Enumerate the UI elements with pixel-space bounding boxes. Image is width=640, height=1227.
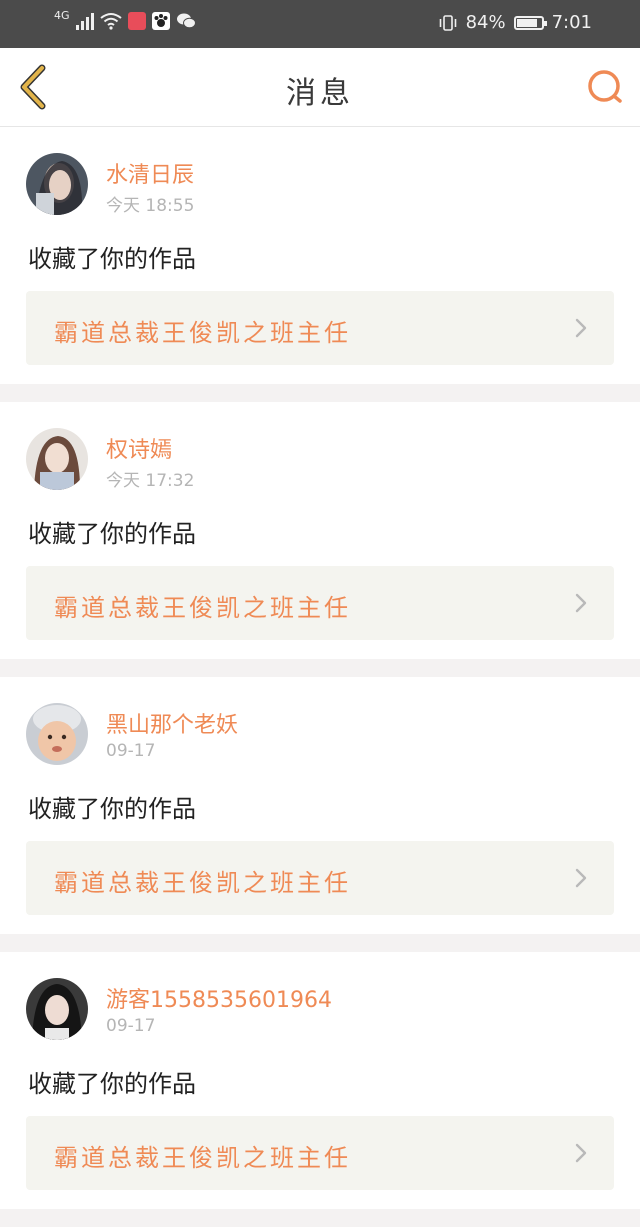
message-time: 09-17 xyxy=(106,1016,156,1036)
username[interactable]: 水清日辰 xyxy=(106,157,194,189)
username[interactable]: 权诗嫣 xyxy=(106,432,172,464)
battery-level-fill xyxy=(516,18,537,27)
work-link[interactable]: 霸道总裁王俊凯之班主任 xyxy=(26,566,614,640)
vibrate-icon xyxy=(439,14,456,31)
book-app-icon xyxy=(127,12,146,30)
signal-icon xyxy=(75,12,94,30)
work-title: 霸道总裁王俊凯之班主任 xyxy=(54,869,351,897)
chevron-right-icon xyxy=(575,318,587,338)
message-time: 今天 18:55 xyxy=(106,196,195,216)
battery-icon xyxy=(513,15,547,30)
chevron-right-icon xyxy=(575,868,587,888)
chevron-right-icon xyxy=(575,593,587,613)
message-action: 收藏了你的作品 xyxy=(28,520,196,548)
work-title: 霸道总裁王俊凯之班主任 xyxy=(54,1144,351,1172)
nav-bar: 消息 xyxy=(0,48,640,127)
battery-percent: 84% xyxy=(465,12,506,33)
message-time: 09-17 xyxy=(106,741,156,761)
work-link[interactable]: 霸道总裁王俊凯之班主任 xyxy=(26,291,614,365)
message-action: 收藏了你的作品 xyxy=(28,245,196,273)
work-title: 霸道总裁王俊凯之班主任 xyxy=(54,594,351,622)
work-title: 霸道总裁王俊凯之班主任 xyxy=(54,319,351,347)
wifi-icon xyxy=(99,13,122,30)
work-link[interactable]: 霸道总裁王俊凯之班主任 xyxy=(26,1116,614,1190)
message-list: 水清日辰 今天 18:55 收藏了你的作品 霸道总裁王俊凯之班主任 权诗嫣 今天… xyxy=(0,127,640,1227)
search-icon xyxy=(588,70,622,103)
page-title: 消息 xyxy=(286,76,354,111)
avatar[interactable] xyxy=(26,978,88,1040)
status-bar: 4G 84% 7:01 xyxy=(0,0,640,48)
wechat-icon xyxy=(176,13,196,29)
username[interactable]: 游客1558535601964 xyxy=(106,982,332,1014)
message-card: 水清日辰 今天 18:55 收藏了你的作品 霸道总裁王俊凯之班主任 xyxy=(0,127,640,384)
search-button[interactable] xyxy=(584,66,626,108)
message-card: 游客1558535601964 09-17 收藏了你的作品 霸道总裁王俊凯之班主… xyxy=(0,952,640,1209)
avatar[interactable] xyxy=(26,428,88,490)
message-card: 权诗嫣 今天 17:32 收藏了你的作品 霸道总裁王俊凯之班主任 xyxy=(0,402,640,659)
username[interactable]: 黑山那个老妖 xyxy=(106,707,238,739)
paw-app-icon xyxy=(151,12,170,30)
avatar[interactable] xyxy=(26,153,88,215)
message-card: 黑山那个老妖 09-17 收藏了你的作品 霸道总裁王俊凯之班主任 xyxy=(0,677,640,934)
status-bar-right: 84% 7:01 xyxy=(438,12,592,33)
clock: 7:01 xyxy=(551,12,592,33)
message-action: 收藏了你的作品 xyxy=(28,1070,196,1098)
chevron-right-icon xyxy=(575,1143,587,1163)
work-link[interactable]: 霸道总裁王俊凯之班主任 xyxy=(26,841,614,915)
network-type: 4G xyxy=(54,8,70,22)
message-time: 今天 17:32 xyxy=(106,471,195,491)
message-action: 收藏了你的作品 xyxy=(28,795,196,823)
status-bar-left: 4G xyxy=(54,8,196,30)
avatar[interactable] xyxy=(26,703,88,765)
